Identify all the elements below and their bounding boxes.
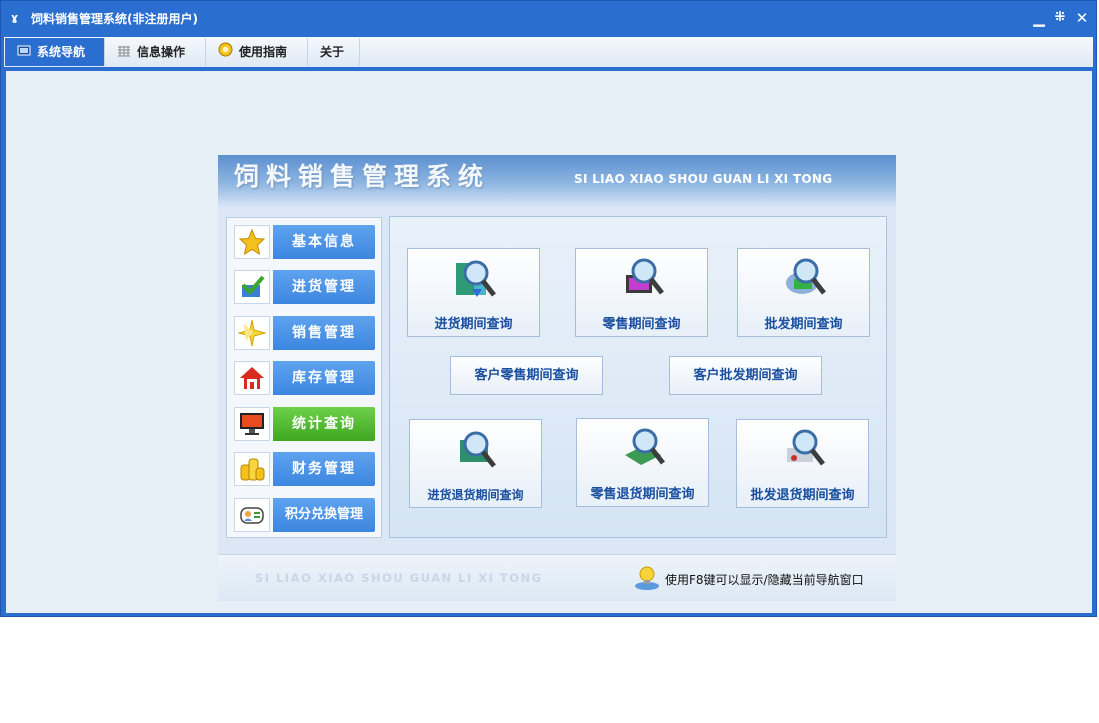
purchase-query-icon [456,260,496,297]
customer-wholesale-period-query-button[interactable]: 客户批发期间查询 [669,356,822,395]
monitor-icon [234,407,270,441]
app-logo-icon: ɣ [11,11,19,24]
banner-subtitle: SI LIAO XIAO SHOU GUAN LI XI TONG [574,172,833,186]
contact-card-icon [234,498,270,532]
menu-user-guide[interactable]: 使用指南 [206,38,308,66]
sidebar-item-finance[interactable]: 财务管理 [234,452,375,486]
help-icon [218,39,233,67]
home-icon [234,361,270,395]
sidebar-item-basic-info[interactable]: 基本信息 [234,225,375,259]
monitor-icon [17,39,31,67]
panel-footer: SI LIAO XIAO SHOU GUAN LI XI TONG 使用F8键可… [218,554,896,601]
sidebar-item-inventory[interactable]: 库存管理 [234,361,375,395]
footer-tip: 使用F8键可以显示/隐藏当前导航窗口 [665,573,864,587]
footer-subtitle: SI LIAO XIAO SHOU GUAN LI XI TONG [255,571,543,585]
close-icon[interactable]: ✕ [1073,9,1091,27]
minimize-icon[interactable]: ▁ [1030,9,1048,27]
navigation-panel: 饲料销售管理系统 SI LIAO XIAO SHOU GUAN LI XI TO… [218,155,896,601]
wholesale-return-query-icon [787,429,825,466]
sidebar: 基本信息 进货管理 销售管理 库存管理 统计查询 财务管理 积分兑换管理 [226,217,382,538]
wholesale-return-period-query-button[interactable]: 批发退货期间查询 [736,419,869,508]
menu-about[interactable]: 关于 [308,38,360,66]
grid-icon [117,39,131,67]
menu-system-nav[interactable]: 系统导航 [5,38,105,66]
sidebar-item-purchase[interactable]: 进货管理 [234,270,375,304]
retail-return-period-query-button[interactable]: 零售退货期间查询 [576,418,709,507]
retail-period-query-button[interactable]: 零售期间查询 [575,248,708,337]
coins-icon [234,452,270,486]
check-icon [234,270,270,304]
star-icon [234,225,270,259]
query-panel: 进货期间查询 零售期间查询 批发期间查询 客户零售期间查询 客户批发期间查询 进… [389,216,887,538]
sidebar-item-sales[interactable]: 销售管理 [234,316,375,350]
sidebar-item-statistics[interactable]: 统计查询 [234,407,375,441]
title-bar: ɣ 饲料销售管理系统(非注册用户) ▁ ⁜ ✕ [1,1,1096,37]
lightbulb-icon [635,566,659,590]
wholesale-period-query-button[interactable]: 批发期间查询 [737,248,870,337]
sparkle-icon [234,316,270,350]
banner-title: 饲料销售管理系统 [234,162,491,191]
customer-retail-period-query-button[interactable]: 客户零售期间查询 [450,356,603,395]
menu-info-ops[interactable]: 信息操作 [105,38,206,66]
wholesale-query-icon [786,258,826,295]
restore-icon[interactable]: ⁜ [1051,9,1069,27]
sidebar-item-points-exchange[interactable]: 积分兑换管理 [234,498,375,532]
window-title: 饲料销售管理系统(非注册用户) [31,12,198,26]
purchase-return-query-icon [460,431,496,468]
purchase-period-query-button[interactable]: 进货期间查询 [407,248,540,337]
retail-query-icon [626,258,664,295]
purchase-return-period-query-button[interactable]: 进货退货期间查询 [409,419,542,508]
banner: 饲料销售管理系统 SI LIAO XIAO SHOU GUAN LI XI TO… [218,155,896,207]
menu-bar: 系统导航 信息操作 使用指南 关于 [4,37,1093,67]
retail-return-query-icon [625,428,665,465]
